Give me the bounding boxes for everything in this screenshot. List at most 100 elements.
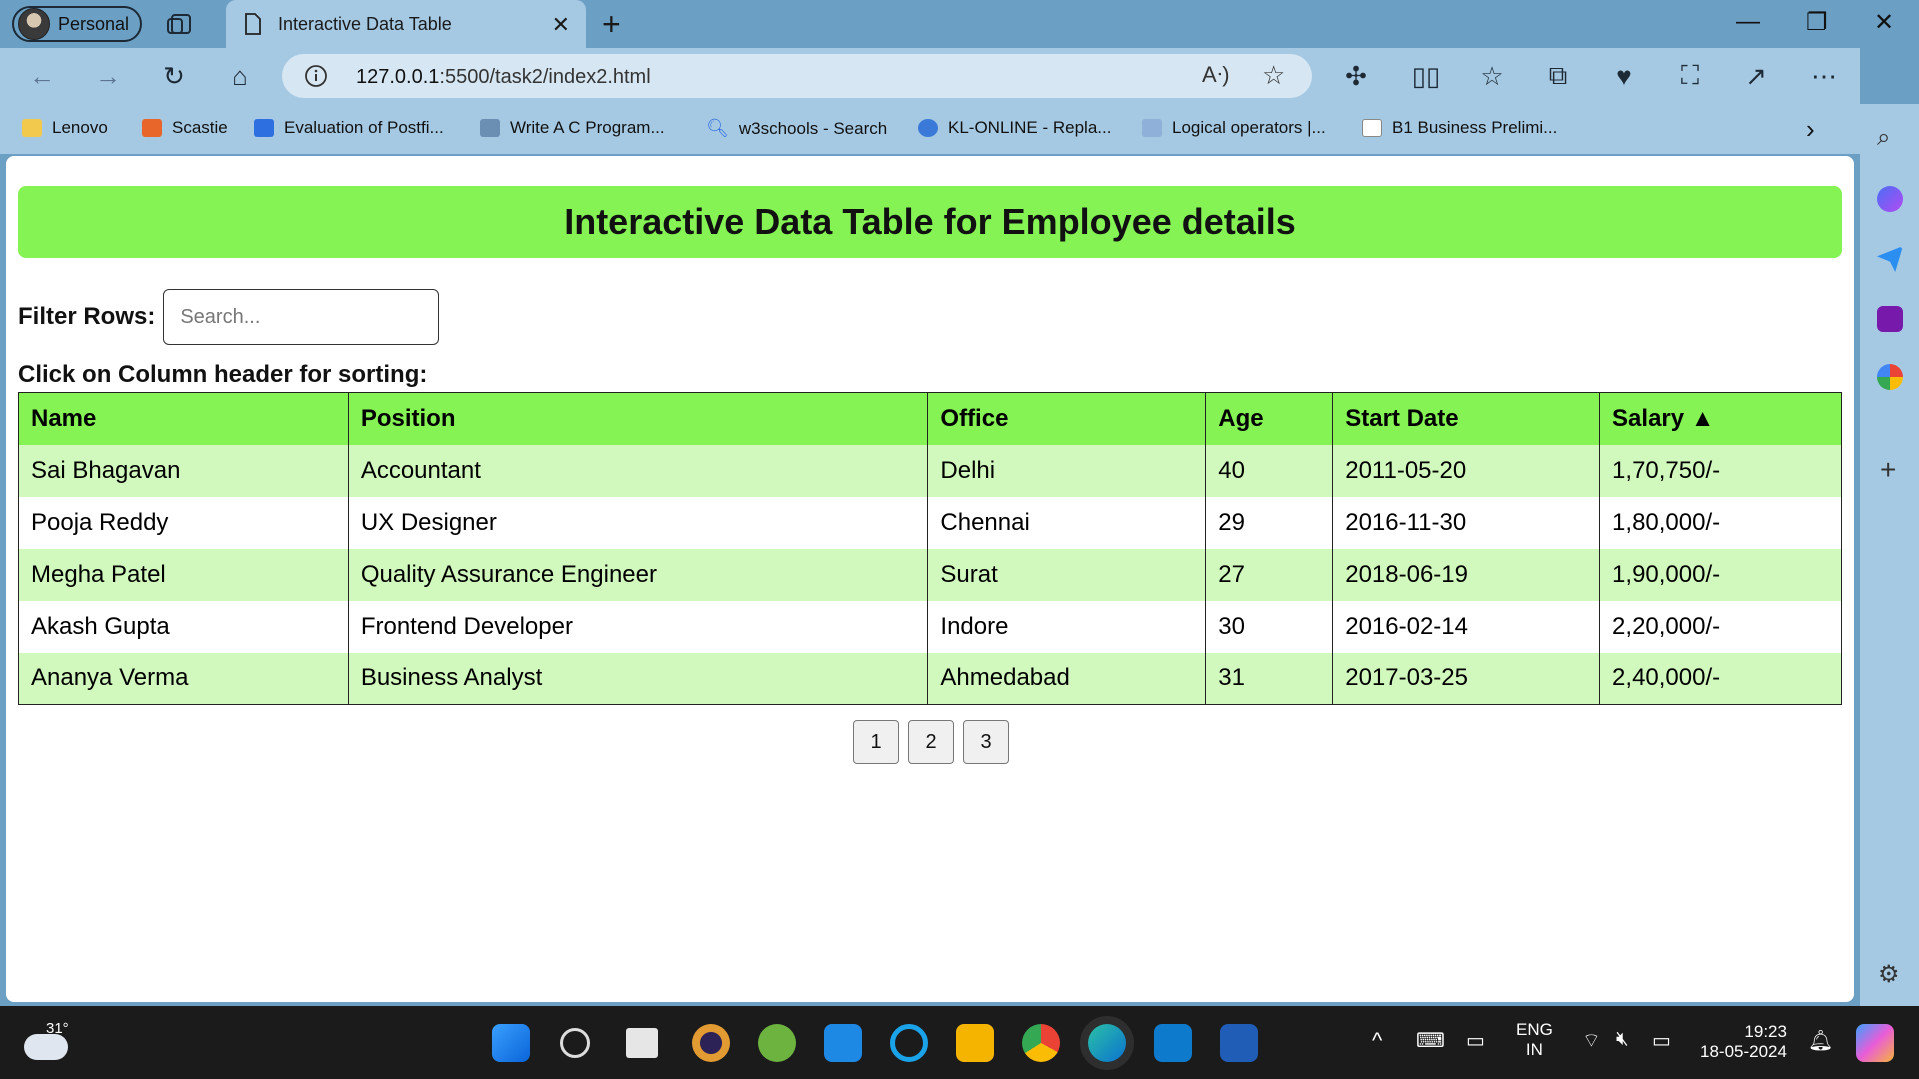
language-region: IN — [1525, 1040, 1543, 1059]
cell-start-date: 2016-02-14 — [1332, 600, 1601, 653]
cell-position: Frontend Developer — [347, 600, 929, 653]
clock-date: 18-05-2024 — [1700, 1042, 1787, 1061]
bookmark-label: Logical operators |... — [1172, 118, 1326, 137]
wifi-icon[interactable]: ⌔ — [1582, 1028, 1601, 1053]
site-info-icon[interactable] — [304, 64, 328, 88]
bookmark-label: Write A C Program... — [510, 118, 665, 137]
file-explorer-icon[interactable] — [956, 1024, 994, 1062]
copilot-sidebar-icon[interactable] — [1877, 186, 1903, 212]
url-path: :5500/task2/index2.html — [439, 66, 651, 88]
screenshot-icon[interactable]: ⛶ — [1674, 60, 1706, 92]
forward-icon[interactable]: → — [92, 60, 124, 92]
cell-position: Business Analyst — [347, 652, 929, 705]
bookmark-write-c-program[interactable]: Write A C Program... — [480, 118, 665, 138]
google-icon[interactable] — [1877, 364, 1903, 390]
address-bar[interactable]: 127.0.0.1:5500/task2/index2.html Aᐧ) ☆ — [282, 54, 1312, 98]
restore-icon[interactable]: ❐ — [1806, 8, 1828, 37]
copilot-icon[interactable] — [1856, 1024, 1894, 1062]
page-button-1[interactable]: 1 — [853, 720, 899, 764]
bookmark-label: KL-ONLINE - Repla... — [948, 118, 1112, 137]
cell-age: 30 — [1205, 600, 1334, 653]
notifications-icon[interactable]: 🔔︎ — [1808, 1028, 1833, 1053]
home-icon[interactable]: ⌂ — [224, 60, 256, 92]
refresh-icon[interactable]: ↻ — [158, 60, 190, 92]
scastie-icon — [142, 119, 162, 137]
employee-table: Name Position Office Age Start Date Sala… — [18, 392, 1842, 705]
filter-label: Filter Rows: — [18, 303, 156, 330]
profile-label: Personal — [58, 13, 130, 34]
edge-icon[interactable] — [1088, 1024, 1126, 1062]
profile-button[interactable]: Personal — [12, 6, 142, 42]
page-title: Interactive Data Table for Employee deta… — [18, 186, 1842, 258]
split-screen-icon[interactable]: ▯▯ — [1410, 60, 1442, 92]
tablet-icon[interactable]: ▭ — [1466, 1028, 1485, 1053]
sidebar-search-icon[interactable]: ⌕ — [1877, 124, 1903, 151]
bookmark-logical-operators[interactable]: Logical operators |... — [1142, 118, 1326, 138]
bookmark-scastie[interactable]: Scastie — [142, 118, 228, 138]
cell-start-date: 2016-11-30 — [1332, 496, 1601, 549]
cell-office: Indore — [927, 600, 1207, 653]
edge-sidebar: ⌕ + ⚙ — [1860, 104, 1919, 1006]
keyboard-icon[interactable]: ⌨ — [1416, 1028, 1445, 1053]
bookmark-lenovo[interactable]: Lenovo — [22, 118, 108, 138]
new-tab-button[interactable]: + — [602, 6, 621, 43]
close-window-icon[interactable]: ✕ — [1874, 8, 1894, 37]
cell-age: 40 — [1205, 444, 1334, 497]
task-view-icon[interactable] — [626, 1028, 658, 1058]
tab-active[interactable]: Interactive Data Table ✕ — [226, 0, 586, 48]
share-icon[interactable]: ↗ — [1740, 60, 1772, 92]
column-header-salary[interactable]: Salary ▲ — [1599, 392, 1842, 445]
vscode-icon[interactable] — [1154, 1024, 1192, 1062]
favorites-icon[interactable]: ☆ — [1476, 60, 1508, 92]
column-header-start-date[interactable]: Start Date — [1332, 392, 1601, 445]
column-header-name[interactable]: Name — [18, 392, 349, 445]
bookmark-b1-business[interactable]: B1 Business Prelimi... — [1362, 118, 1557, 138]
show-hidden-icons-chevron-up-icon[interactable]: ^ — [1372, 1028, 1382, 1054]
settings-gear-icon[interactable]: ⚙ — [1878, 960, 1900, 989]
weather-cloud-icon[interactable] — [24, 1034, 68, 1060]
search-input[interactable] — [163, 289, 440, 345]
extensions-icon[interactable]: ✣ — [1340, 60, 1372, 92]
favorite-star-icon[interactable]: ☆ — [1262, 60, 1285, 91]
add-sidebar-app-icon[interactable]: + — [1880, 454, 1896, 486]
bookmark-label: Scastie — [172, 118, 228, 137]
tab-actions-icon[interactable] — [164, 9, 198, 39]
column-header-age[interactable]: Age — [1205, 392, 1334, 445]
language-indicator[interactable]: ENG IN — [1516, 1020, 1553, 1060]
page-button-3[interactable]: 3 — [963, 720, 1009, 764]
sort-hint: Click on Column header for sorting: — [18, 361, 428, 388]
column-header-office[interactable]: Office — [927, 392, 1207, 445]
back-icon[interactable]: ← — [26, 60, 58, 92]
chevron-right-icon[interactable]: › — [1806, 114, 1815, 145]
bookmark-evaluation[interactable]: Evaluation of Postfi... — [254, 118, 444, 138]
word-icon[interactable] — [1220, 1024, 1258, 1062]
folder-icon — [22, 119, 42, 137]
bookmark-label: Evaluation of Postfi... — [284, 118, 444, 137]
telegram-icon[interactable] — [1877, 246, 1903, 272]
table-row: Megha Patel Quality Assurance Engineer S… — [18, 548, 1842, 601]
browser-essentials-icon[interactable]: ♥ — [1608, 60, 1640, 92]
onenote-icon[interactable] — [1877, 306, 1903, 332]
page-button-2[interactable]: 2 — [908, 720, 954, 764]
chrome-icon[interactable] — [1022, 1024, 1060, 1062]
cell-name: Megha Patel — [18, 548, 349, 601]
filter-section: Filter Rows: — [18, 289, 440, 345]
cell-office: Ahmedabad — [927, 652, 1207, 705]
battery-icon[interactable]: ▭ — [1652, 1028, 1671, 1053]
close-tab-icon[interactable]: ✕ — [552, 12, 570, 38]
minimize-icon[interactable]: — — [1736, 8, 1760, 36]
read-aloud-icon[interactable]: Aᐧ) — [1202, 62, 1230, 88]
mail-icon[interactable] — [824, 1024, 862, 1062]
bookmark-kl-online[interactable]: KL-ONLINE - Repla... — [918, 118, 1111, 138]
more-options-icon[interactable]: ⋯ — [1808, 60, 1840, 92]
collections-icon[interactable]: ⧉ — [1542, 60, 1574, 92]
spring-tool-icon[interactable] — [758, 1024, 796, 1062]
bookmark-w3schools[interactable]: 🔍︎ w3schools - Search — [706, 118, 887, 139]
eclipse-icon[interactable] — [692, 1024, 730, 1062]
windows-start-icon[interactable] — [492, 1024, 530, 1062]
volume-muted-icon[interactable]: 🔇︎ — [1616, 1028, 1629, 1051]
column-header-position[interactable]: Position — [347, 392, 929, 445]
search-icon[interactable] — [560, 1028, 590, 1058]
cortana-icon[interactable] — [890, 1024, 928, 1062]
clock[interactable]: 19:23 18-05-2024 — [1700, 1022, 1787, 1062]
